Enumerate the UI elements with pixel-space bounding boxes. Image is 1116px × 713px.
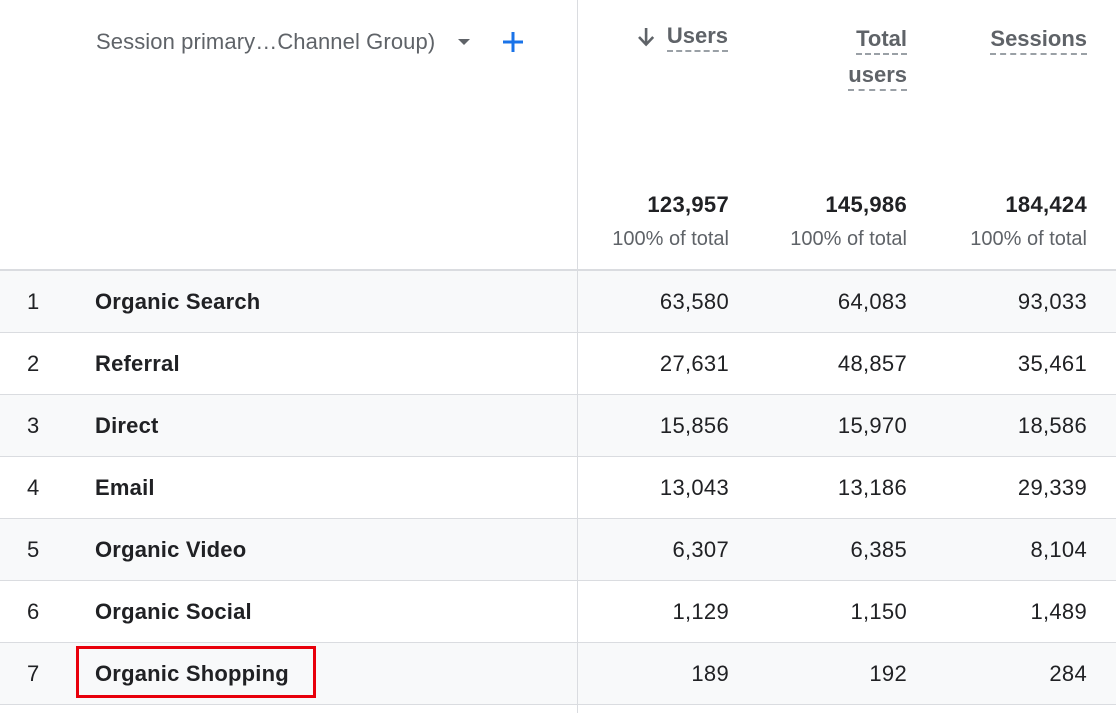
- column-divider: [577, 581, 578, 642]
- column-divider: [577, 395, 578, 456]
- row-index: 3: [27, 413, 40, 438]
- row-total-users: 13,186: [837, 475, 907, 500]
- column-divider: [577, 643, 578, 704]
- column-divider: [577, 333, 578, 394]
- metric-header-sessions-label: Sessions: [990, 25, 1087, 55]
- row-channel[interactable]: Organic Shopping: [95, 643, 289, 704]
- row-index: 1: [27, 289, 40, 314]
- column-divider: [577, 519, 578, 580]
- total-total-users: 145,986 100% of total: [790, 190, 907, 252]
- table-body: 1 Organic Search 63,580 64,083 93,033 2 …: [0, 271, 1116, 705]
- row-total-users: 192: [869, 661, 907, 686]
- dimension-header: Session primary…Channel Group): [96, 24, 527, 60]
- table-row[interactable]: 7 Organic Shopping 189 192 284: [0, 643, 1116, 705]
- table-row[interactable]: 5 Organic Video 6,307 6,385 8,104: [0, 519, 1116, 581]
- table-row[interactable]: 6 Organic Social 1,129 1,150 1,489: [0, 581, 1116, 643]
- row-users: 15,856: [659, 413, 729, 438]
- column-divider: [577, 271, 578, 332]
- row-sessions: 284: [1049, 661, 1087, 686]
- total-value: 145,986: [825, 192, 907, 217]
- add-dimension-button[interactable]: [499, 28, 527, 56]
- arrow-drop-down-icon: [458, 39, 471, 45]
- total-sessions: 184,424 100% of total: [970, 190, 1087, 252]
- total-users: 123,957 100% of total: [612, 190, 729, 252]
- row-sessions: 93,033: [1017, 289, 1087, 314]
- row-index: 2: [27, 351, 40, 376]
- row-channel[interactable]: Email: [95, 457, 155, 518]
- row-total-users: 1,150: [850, 599, 907, 624]
- row-total-users: 15,970: [837, 413, 907, 438]
- row-index: 4: [27, 475, 40, 500]
- total-value: 123,957: [647, 192, 729, 217]
- row-users: 27,631: [659, 351, 729, 376]
- row-users: 189: [691, 661, 729, 686]
- dimension-label[interactable]: Session primary…Channel Group): [96, 29, 435, 55]
- table-row[interactable]: 2 Referral 27,631 48,857 35,461: [0, 333, 1116, 395]
- metric-header-sessions[interactable]: Sessions: [990, 22, 1087, 56]
- row-channel[interactable]: Direct: [95, 395, 159, 456]
- table-row[interactable]: 1 Organic Search 63,580 64,083 93,033: [0, 271, 1116, 333]
- row-channel[interactable]: Referral: [95, 333, 180, 394]
- row-users: 13,043: [659, 475, 729, 500]
- metric-header-total-users-line1: Total: [856, 25, 907, 55]
- plus-icon: [503, 32, 524, 52]
- metric-header-users-label: Users: [666, 22, 728, 52]
- table-row[interactable]: 4 Email 13,043 13,186 29,339: [0, 457, 1116, 519]
- row-sessions: 35,461: [1017, 351, 1087, 376]
- arrow-down-icon: [637, 28, 654, 47]
- metric-header-total-users[interactable]: Total users: [787, 22, 907, 92]
- row-sessions: 29,339: [1017, 475, 1087, 500]
- total-percent: 100% of total: [970, 228, 1087, 250]
- row-total-users: 6,385: [850, 537, 907, 562]
- row-channel[interactable]: Organic Video: [95, 519, 246, 580]
- row-users: 63,580: [659, 289, 729, 314]
- total-value: 184,424: [1005, 192, 1087, 217]
- totals-row: 123,957 100% of total 145,986 100% of to…: [578, 190, 1116, 270]
- row-sessions: 8,104: [1030, 537, 1087, 562]
- metric-header-users[interactable]: Users: [635, 22, 728, 52]
- metric-header-total-users-line2: users: [848, 61, 907, 91]
- row-index: 6: [27, 599, 40, 624]
- row-index: 5: [27, 537, 40, 562]
- total-percent: 100% of total: [612, 228, 729, 250]
- row-channel[interactable]: Organic Social: [95, 581, 252, 642]
- row-total-users: 48,857: [837, 351, 907, 376]
- column-divider: [577, 457, 578, 518]
- row-sessions: 1,489: [1030, 599, 1087, 624]
- report-table: Session primary…Channel Group) Users Tot…: [0, 0, 1116, 713]
- row-channel[interactable]: Organic Search: [95, 271, 260, 332]
- row-index: 7: [27, 661, 40, 686]
- row-sessions: 18,586: [1017, 413, 1087, 438]
- row-users: 1,129: [672, 599, 729, 624]
- row-total-users: 64,083: [837, 289, 907, 314]
- total-percent: 100% of total: [790, 228, 907, 250]
- table-row[interactable]: 3 Direct 15,856 15,970 18,586: [0, 395, 1116, 457]
- dimension-dropdown-button[interactable]: [453, 31, 475, 53]
- row-users: 6,307: [672, 537, 729, 562]
